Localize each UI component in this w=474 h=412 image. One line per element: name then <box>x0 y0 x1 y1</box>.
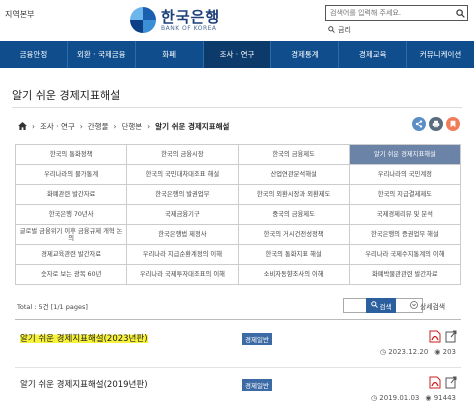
nav-research[interactable]: 조사 · 연구 <box>203 41 272 68</box>
category-link[interactable]: 국제경제리뷰 및 분석 <box>349 205 461 225</box>
detail-search-button[interactable]: 상세검색 <box>410 301 445 311</box>
result-views: 91443 <box>433 394 456 402</box>
top-bar: 지역본부 한국은행 BANK OF KOREA 금리 <box>0 0 474 38</box>
chevron-down-circle-icon <box>410 301 418 311</box>
list-top-divider <box>15 319 461 320</box>
result-date: 2019.01.03 <box>379 394 420 402</box>
category-link[interactable]: 한국의 거시건전성정책 <box>238 225 350 245</box>
category-link[interactable]: 한국은행의 증권업무 해설 <box>349 225 461 245</box>
glossary-link[interactable]: 금리 <box>328 25 351 35</box>
breadcrumb-sep-icon: › <box>79 122 83 131</box>
result-meta: ◷ 2023.12.20 ◉ 203 <box>380 348 456 356</box>
category-link[interactable]: 한국의 통화지표 해설 <box>238 245 350 265</box>
breadcrumb-item[interactable]: 단행본 <box>121 121 142 132</box>
breadcrumb-item[interactable]: 조사 · 연구 <box>40 121 75 132</box>
list-divider <box>15 367 461 368</box>
category-link[interactable]: 중국의 금융제도 <box>238 205 350 225</box>
breadcrumb-sep-icon: › <box>32 122 35 131</box>
category-link[interactable]: 한국은행의 발권업무 <box>127 185 239 205</box>
breadcrumb-item[interactable]: 간행물 <box>88 121 109 132</box>
main-nav: 금융안정 외환 · 국제금융 화폐 조사 · 연구 경제통계 경제교육 커뮤니케… <box>0 41 474 68</box>
category-grid: 한국의 통화정책 한국의 금융시장 한국의 금융제도 알기 쉬운 경제지표해설 우리나라… <box>15 144 461 285</box>
breadcrumb-current: 알기 쉬운 경제지표해설 <box>155 122 230 131</box>
nav-financial-stability[interactable]: 금융안정 <box>0 41 68 68</box>
category-link[interactable]: 화폐박물관관련 발간자료 <box>349 265 461 285</box>
external-view-icon[interactable] <box>445 376 457 391</box>
category-link[interactable]: 한국의 금융제도 <box>238 145 350 165</box>
nav-currency[interactable]: 화폐 <box>136 41 204 68</box>
site-search-input[interactable] <box>326 6 453 20</box>
title-divider <box>12 107 462 108</box>
pdf-icon[interactable] <box>429 376 441 391</box>
page-title: 알기 쉬운 경제지표해설 <box>12 89 121 102</box>
clock-icon: ◷ <box>379 348 386 356</box>
clock-icon: ◷ <box>370 394 378 402</box>
logo-text-ko: 한국은행 <box>161 7 221 26</box>
home-icon[interactable] <box>18 121 27 132</box>
list-search-input[interactable] <box>344 299 368 312</box>
category-link[interactable]: 우리나라의 물가통계 <box>16 165 128 185</box>
glossary-label: 금리 <box>338 26 351 34</box>
pdf-icon[interactable] <box>429 330 441 345</box>
list-search-icon <box>370 301 378 310</box>
result-meta: ◷ 2019.01.03 ◉ 91443 <box>371 394 456 402</box>
search-icon[interactable] <box>453 6 467 20</box>
category-tag: 경제일반 <box>242 333 272 345</box>
nav-forex[interactable]: 외환 · 국제금융 <box>68 41 136 68</box>
region-link[interactable]: 지역본부 <box>5 9 34 20</box>
category-link[interactable]: 글로벌 금융위기 이후 금융규제 개혁 논의 <box>16 225 128 245</box>
category-link[interactable]: 한국의 금융시장 <box>127 145 239 165</box>
category-tag: 경제일반 <box>242 379 272 391</box>
site-search-box <box>325 5 468 21</box>
page-tools <box>412 117 460 131</box>
glossary-search-icon <box>328 25 335 35</box>
detail-search-label: 상세검색 <box>420 303 446 311</box>
category-link[interactable]: 숫자로 보는 광복 60년 <box>16 265 128 285</box>
category-link[interactable]: 우리나라 국제수지통계의 이해 <box>349 245 461 265</box>
eye-icon: ◉ <box>434 348 441 356</box>
category-link[interactable]: 우리나라 지급순환계정의 이해 <box>127 245 239 265</box>
nav-education[interactable]: 경제교육 <box>339 41 408 68</box>
list-search-button[interactable]: 검색 <box>366 298 396 313</box>
category-link[interactable]: 소비자동향조사의 이해 <box>238 265 350 285</box>
category-link[interactable]: 산업연관분석해설 <box>238 165 350 185</box>
category-link[interactable]: 한국은행 70년사 <box>16 205 128 225</box>
breadcrumb: › 조사 · 연구 › 간행물 › 단행본 › 알기 쉬운 경제지표해설 <box>18 121 229 132</box>
category-link[interactable]: 한국의 통화정책 <box>16 145 128 165</box>
share-icon[interactable] <box>412 117 426 131</box>
category-link[interactable]: 화폐관련 발간자료 <box>16 185 128 205</box>
result-title-link[interactable]: 알기 쉬운 경제지표해설(2019년판) <box>20 378 148 390</box>
scrap-icon[interactable] <box>446 117 460 131</box>
category-link[interactable]: 한국의 지급결제제도 <box>349 185 461 205</box>
logo[interactable]: 한국은행 BANK OF KOREA <box>130 4 220 36</box>
result-views: 203 <box>442 348 456 356</box>
eye-icon: ◉ <box>425 394 432 402</box>
result-date: 2023.12.20 <box>388 348 429 356</box>
external-view-icon[interactable] <box>445 330 457 345</box>
category-link[interactable]: 우리나라 국제투자대조표의 이해 <box>127 265 239 285</box>
category-link[interactable]: 한국은행법 제정사 <box>127 225 239 245</box>
total-count: Total : 5건 [1/1 pages] <box>17 303 88 311</box>
category-link[interactable]: 우리나라의 국민계정 <box>349 165 461 185</box>
logo-text-en: BANK OF KOREA <box>161 24 217 32</box>
nav-statistics[interactable]: 경제통계 <box>271 41 340 68</box>
nav-communication[interactable]: 커뮤니케이션 <box>407 41 474 68</box>
breadcrumb-sep-icon: › <box>147 122 151 131</box>
print-icon[interactable] <box>429 117 443 131</box>
result-title-link[interactable]: 알기 쉬운 경제지표해설(2023년판) <box>20 332 148 344</box>
category-link[interactable]: 국제금융기구 <box>127 205 239 225</box>
list-search-label: 검색 <box>379 302 392 311</box>
category-link[interactable]: 알기 쉬운 경제지표해설 <box>349 145 461 165</box>
bok-emblem-icon <box>130 7 156 33</box>
breadcrumb-sep-icon: › <box>113 122 117 131</box>
category-link[interactable]: 경제교육관련 발간자료 <box>16 245 128 265</box>
category-link[interactable]: 한국의 외환시장과 외환제도 <box>238 185 350 205</box>
category-link[interactable]: 한국의 국민대차대조표 해설 <box>127 165 239 185</box>
